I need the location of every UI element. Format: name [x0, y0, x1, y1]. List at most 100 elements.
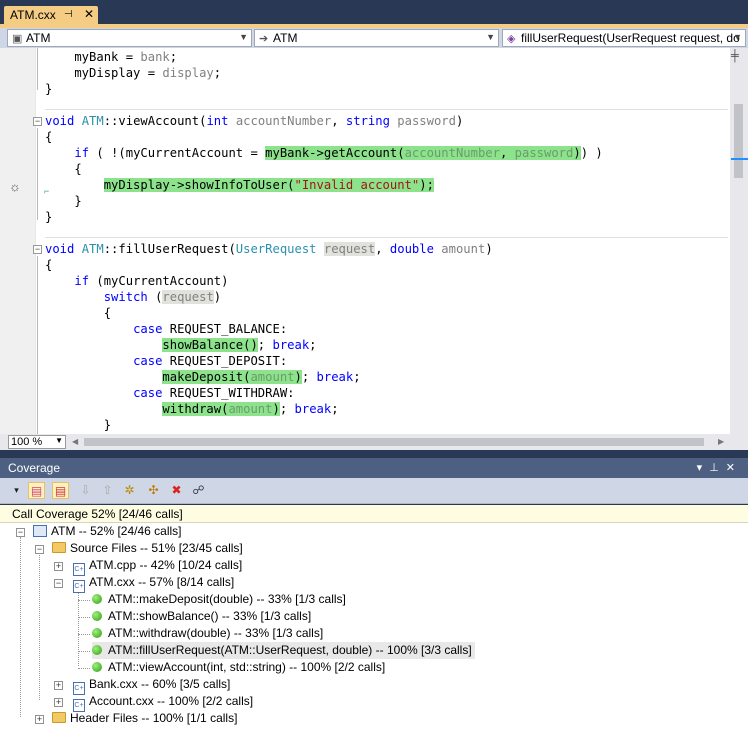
- collapse-icon[interactable]: −: [54, 579, 63, 588]
- code-line[interactable]: myBank = bank;: [45, 49, 177, 65]
- code-line[interactable]: if ( !(myCurrentAccount = myBank->getAcc…: [45, 145, 603, 161]
- tree-node-function[interactable]: ATM::viewAccount(int, std::string) -- 10…: [92, 659, 385, 676]
- bug-icon[interactable]: ☼: [9, 179, 21, 194]
- tree-node-function[interactable]: ATM::makeDeposit(double) -- 33% [1/3 cal…: [92, 591, 346, 608]
- delete-icon[interactable]: ✖: [168, 482, 185, 499]
- code-token: ::fillUserRequest(: [103, 242, 236, 256]
- code-token: myBank =: [45, 50, 141, 64]
- code-line[interactable]: {: [45, 257, 52, 273]
- collapse-outline-icon[interactable]: −: [33, 245, 42, 254]
- chevron-down-icon: ▼: [55, 436, 63, 445]
- vertical-scroll-thumb[interactable]: [734, 104, 743, 178]
- code-token: REQUEST_BALANCE:: [162, 322, 288, 336]
- scroll-right-icon[interactable]: ▶: [718, 437, 724, 446]
- code-line[interactable]: myDisplay->showInfoToUser("Invalid accou…: [45, 177, 434, 193]
- close-icon[interactable]: ✕: [84, 7, 94, 21]
- coverage-summary: Call Coverage 52% [24/46 calls]: [0, 505, 748, 523]
- indicator-margin: [0, 48, 36, 434]
- merge-icon[interactable]: ✣: [145, 482, 162, 499]
- code-line[interactable]: case REQUEST_BALANCE:: [45, 321, 287, 337]
- move-up-icon[interactable]: ⇧: [99, 482, 116, 499]
- code-token: ): [573, 146, 581, 160]
- coverage-tree[interactable]: − ATM -- 52% [24/46 calls] − Source File…: [0, 523, 748, 740]
- tab-atm-cxx[interactable]: ATM.cxx ⊣ ✕: [4, 6, 98, 25]
- scroll-left-icon[interactable]: ◀: [72, 437, 78, 446]
- code-token: break: [294, 402, 332, 416]
- zoom-dropdown[interactable]: 100 % ▼: [8, 435, 66, 449]
- tree-node-bank-cxx[interactable]: C+ Bank.cxx -- 60% [3/5 calls]: [73, 676, 230, 695]
- split-handle-icon[interactable]: ╪: [731, 50, 739, 62]
- chevron-down-icon: ▼: [733, 32, 742, 42]
- tree-node-source-files[interactable]: Source Files -- 51% [23/45 calls]: [52, 540, 243, 557]
- code-line[interactable]: switch (request): [45, 289, 221, 305]
- tree-node-atm-cpp[interactable]: C+ ATM.cpp -- 42% [10/24 calls]: [73, 557, 242, 576]
- code-line[interactable]: if (myCurrentAccount): [45, 273, 228, 289]
- move-down-icon[interactable]: ⇩: [77, 482, 94, 499]
- code-token: );: [419, 178, 434, 192]
- collapse-outline-icon[interactable]: −: [33, 117, 42, 126]
- code-line[interactable]: makeDeposit(amount); break;: [45, 369, 361, 385]
- project-dropdown[interactable]: ▣ ATM ▼: [7, 29, 252, 47]
- code-line[interactable]: }: [45, 193, 81, 209]
- code-token: ): [455, 114, 464, 128]
- scope-dropdown[interactable]: ➔ ATM ▼: [254, 29, 499, 47]
- tree-guide: [20, 537, 21, 717]
- code-line[interactable]: }: [45, 209, 52, 225]
- tree-node-function-selected[interactable]: ATM::fillUserRequest(ATM::UserRequest, d…: [92, 642, 475, 659]
- tree-node-header-files[interactable]: Header Files -- 100% [1/1 calls]: [52, 710, 237, 727]
- collapse-icon[interactable]: −: [16, 528, 25, 537]
- code-token: ;: [309, 338, 317, 352]
- pin-icon[interactable]: ⊥: [709, 462, 726, 474]
- chevron-down-icon: ▼: [239, 32, 248, 42]
- function-coverage-icon[interactable]: ▤: [28, 482, 45, 499]
- code-token: myBank->getAccount(: [265, 146, 405, 160]
- code-line[interactable]: }: [45, 417, 111, 433]
- method-separator: [45, 109, 728, 110]
- covered-ball-icon: [92, 611, 102, 621]
- code-token: if: [74, 146, 90, 160]
- tree-node-atm-cxx[interactable]: C+ ATM.cxx -- 57% [8/14 calls]: [73, 574, 234, 593]
- call-coverage-icon[interactable]: ▤: [52, 482, 69, 499]
- code-line[interactable]: withdraw(amount); break;: [45, 401, 339, 417]
- code-token: ATM: [81, 242, 104, 256]
- toolbar-menu-icon[interactable]: ▾: [8, 482, 25, 499]
- project-icon: [33, 525, 47, 537]
- code-line[interactable]: void ATM::viewAccount(int accountNumber,…: [45, 113, 463, 129]
- dropdown-icon[interactable]: ▾: [697, 462, 710, 474]
- code-line[interactable]: case REQUEST_WITHDRAW:: [45, 385, 294, 401]
- code-editor[interactable]: myBank = bank; myDisplay = display;} void…: [0, 48, 748, 434]
- expand-icon[interactable]: +: [54, 562, 63, 571]
- covered-ball-icon: [92, 628, 102, 638]
- close-icon[interactable]: ✕: [726, 462, 742, 474]
- settings-icon[interactable]: ✲: [121, 482, 138, 499]
- collapse-icon[interactable]: −: [35, 545, 44, 554]
- tree-node-function[interactable]: ATM::showBalance() -- 33% [1/3 calls]: [92, 608, 311, 625]
- code-line[interactable]: myDisplay = display;: [45, 65, 221, 81]
- code-token: if: [74, 274, 90, 288]
- code-line[interactable]: {: [45, 129, 52, 145]
- expand-icon[interactable]: +: [54, 698, 63, 707]
- horizontal-scroll-thumb[interactable]: [84, 438, 704, 446]
- find-icon[interactable]: ☍: [190, 482, 207, 499]
- code-line[interactable]: void ATM::fillUserRequest(UserRequest re…: [45, 241, 493, 257]
- code-line[interactable]: showBalance(); break;: [45, 337, 317, 353]
- expand-icon[interactable]: +: [35, 715, 44, 724]
- code-token: ,: [331, 114, 346, 128]
- code-line[interactable]: {: [45, 161, 81, 177]
- member-dropdown[interactable]: ◈ fillUserRequest(UserRequest request, do…: [502, 29, 746, 47]
- code-line[interactable]: }: [45, 81, 52, 97]
- expand-icon[interactable]: +: [54, 681, 63, 690]
- tree-node-atm[interactable]: ATM -- 52% [24/46 calls]: [33, 523, 182, 540]
- pin-icon[interactable]: ⊣: [64, 9, 73, 20]
- covered-ball-icon: [92, 662, 102, 672]
- code-line[interactable]: case REQUEST_DEPOSIT:: [45, 353, 287, 369]
- tree-node-account-cxx[interactable]: C+ Account.cxx -- 100% [2/2 calls]: [73, 693, 253, 712]
- code-line[interactable]: {: [45, 305, 111, 321]
- code-token: amount: [441, 242, 486, 256]
- tree-node-function[interactable]: ATM::withdraw(double) -- 33% [1/3 calls]: [92, 625, 323, 642]
